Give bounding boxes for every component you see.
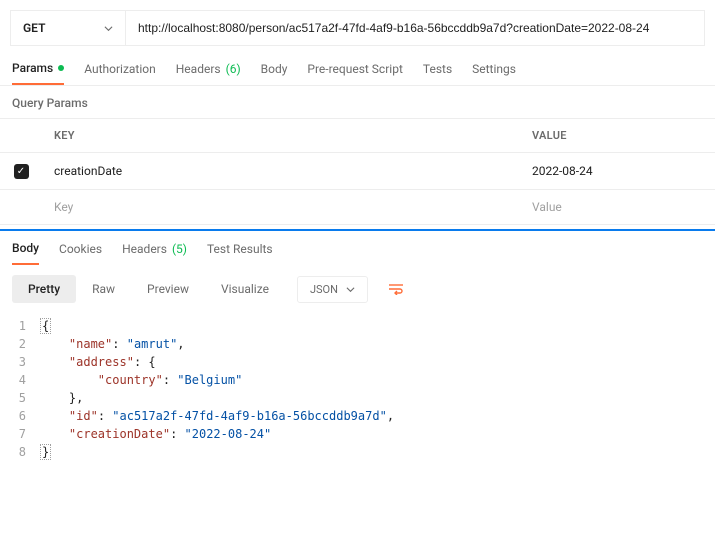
- tab-settings[interactable]: Settings: [472, 61, 516, 85]
- chevron-down-icon: [346, 285, 355, 294]
- request-bar: GET: [10, 10, 705, 46]
- wrap-lines-button[interactable]: [380, 277, 412, 301]
- response-tabs: Body Cookies Headers (5) Test Results: [0, 231, 715, 265]
- tab-tests[interactable]: Tests: [423, 61, 452, 85]
- param-key-placeholder[interactable]: Key: [42, 190, 520, 225]
- view-pretty[interactable]: Pretty: [12, 275, 76, 303]
- resp-tab-tests[interactable]: Test Results: [207, 241, 273, 265]
- view-bar: Pretty Raw Preview Visualize JSON: [0, 265, 715, 313]
- resp-tab-headers[interactable]: Headers (5): [122, 241, 187, 265]
- col-value: VALUE: [520, 119, 715, 153]
- resp-tab-cookies[interactable]: Cookies: [59, 241, 102, 265]
- view-preview[interactable]: Preview: [131, 275, 205, 303]
- dot-indicator-icon: [58, 65, 64, 71]
- resp-tab-body[interactable]: Body: [12, 241, 39, 265]
- tab-prerequest[interactable]: Pre-request Script: [307, 61, 402, 85]
- tab-headers[interactable]: Headers (6): [176, 61, 241, 85]
- method-value: GET: [23, 21, 45, 35]
- request-tabs: Params Authorization Headers (6) Body Pr…: [0, 46, 715, 86]
- body-type-select[interactable]: JSON: [297, 276, 368, 303]
- query-params-table: KEY VALUE ✓ creationDate 2022-08-24 Key …: [0, 118, 715, 225]
- param-value[interactable]: 2022-08-24: [520, 153, 715, 190]
- col-check: [0, 119, 42, 153]
- view-raw[interactable]: Raw: [76, 275, 131, 303]
- tab-body[interactable]: Body: [261, 61, 288, 85]
- checkbox-checked-icon[interactable]: ✓: [14, 164, 29, 179]
- tab-authorization[interactable]: Authorization: [84, 61, 156, 85]
- section-title-query-params: Query Params: [0, 86, 715, 118]
- table-row[interactable]: ✓ creationDate 2022-08-24: [0, 153, 715, 190]
- param-key[interactable]: creationDate: [42, 153, 520, 190]
- view-visualize[interactable]: Visualize: [205, 275, 285, 303]
- method-select[interactable]: GET: [11, 11, 126, 45]
- tab-params[interactable]: Params: [12, 61, 64, 85]
- chevron-down-icon: [104, 24, 113, 33]
- param-value-placeholder[interactable]: Value: [520, 190, 715, 225]
- col-key: KEY: [42, 119, 520, 153]
- response-body[interactable]: 1{ 2 "name": "amrut", 3 "address": { 4 "…: [0, 313, 715, 481]
- table-row-empty[interactable]: Key Value: [0, 190, 715, 225]
- wrap-icon: [388, 283, 404, 295]
- url-input[interactable]: [126, 11, 704, 45]
